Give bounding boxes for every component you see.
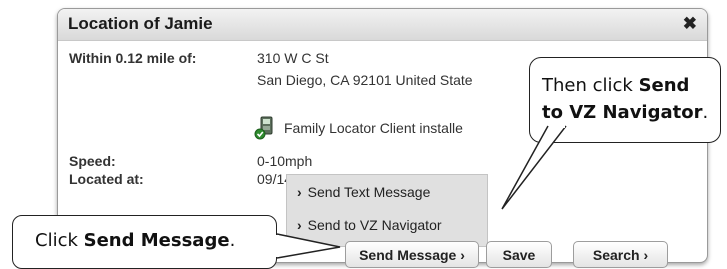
callout-right-pointer bbox=[501, 125, 567, 210]
chevron-right-icon: › bbox=[297, 184, 302, 200]
menu-item-send-to-vz-navigator[interactable]: › Send to VZ Navigator bbox=[297, 217, 442, 233]
menu-item-label: Send to VZ Navigator bbox=[307, 217, 442, 233]
phone-tower-icon bbox=[254, 116, 276, 140]
address-line-2: San Diego, CA 92101 United State bbox=[257, 72, 473, 88]
speed-value: 0-10mph bbox=[257, 153, 313, 169]
close-icon[interactable]: ✖ bbox=[683, 14, 697, 34]
speed-label: Speed: bbox=[69, 153, 116, 169]
search-label: Search bbox=[592, 247, 640, 263]
popup-title: Location of Jamie bbox=[68, 14, 213, 33]
search-button[interactable]: Search › bbox=[573, 241, 668, 268]
save-label: Save bbox=[502, 247, 536, 263]
chevron-right-icon: › bbox=[297, 217, 302, 233]
send-message-button[interactable]: Send Message › bbox=[345, 241, 479, 268]
client-status-text: Family Locator Client installe bbox=[284, 120, 463, 136]
callout-send-message: Click Send Message. bbox=[12, 215, 277, 269]
callout-left-text-1: Click bbox=[35, 230, 84, 251]
popup-header: Location of Jamie ✖ bbox=[58, 9, 707, 41]
within-label: Within 0.12 mile of: bbox=[69, 50, 197, 66]
callout-left-pointer bbox=[276, 233, 341, 259]
client-status: Family Locator Client installe bbox=[254, 115, 463, 141]
send-message-label: Send Message bbox=[359, 247, 457, 263]
address-line-1: 310 W C St bbox=[257, 50, 329, 66]
menu-item-label: Send Text Message bbox=[307, 184, 431, 200]
callout-right-bold-2: to VZ Navigator bbox=[542, 102, 703, 123]
callout-right-text-1: Then click bbox=[542, 75, 639, 96]
chevron-right-icon: › bbox=[643, 247, 649, 263]
callout-right-bold-1: Send bbox=[638, 75, 690, 96]
menu-item-send-text-message[interactable]: › Send Text Message bbox=[297, 184, 430, 200]
save-button[interactable]: Save bbox=[486, 241, 552, 268]
located-at-label: Located at: bbox=[69, 171, 144, 187]
callout-left-bold: Send Message bbox=[83, 230, 230, 251]
callout-left-text-2: . bbox=[229, 230, 236, 251]
chevron-right-icon: › bbox=[460, 247, 465, 263]
callout-right-text-2: . bbox=[702, 102, 709, 123]
